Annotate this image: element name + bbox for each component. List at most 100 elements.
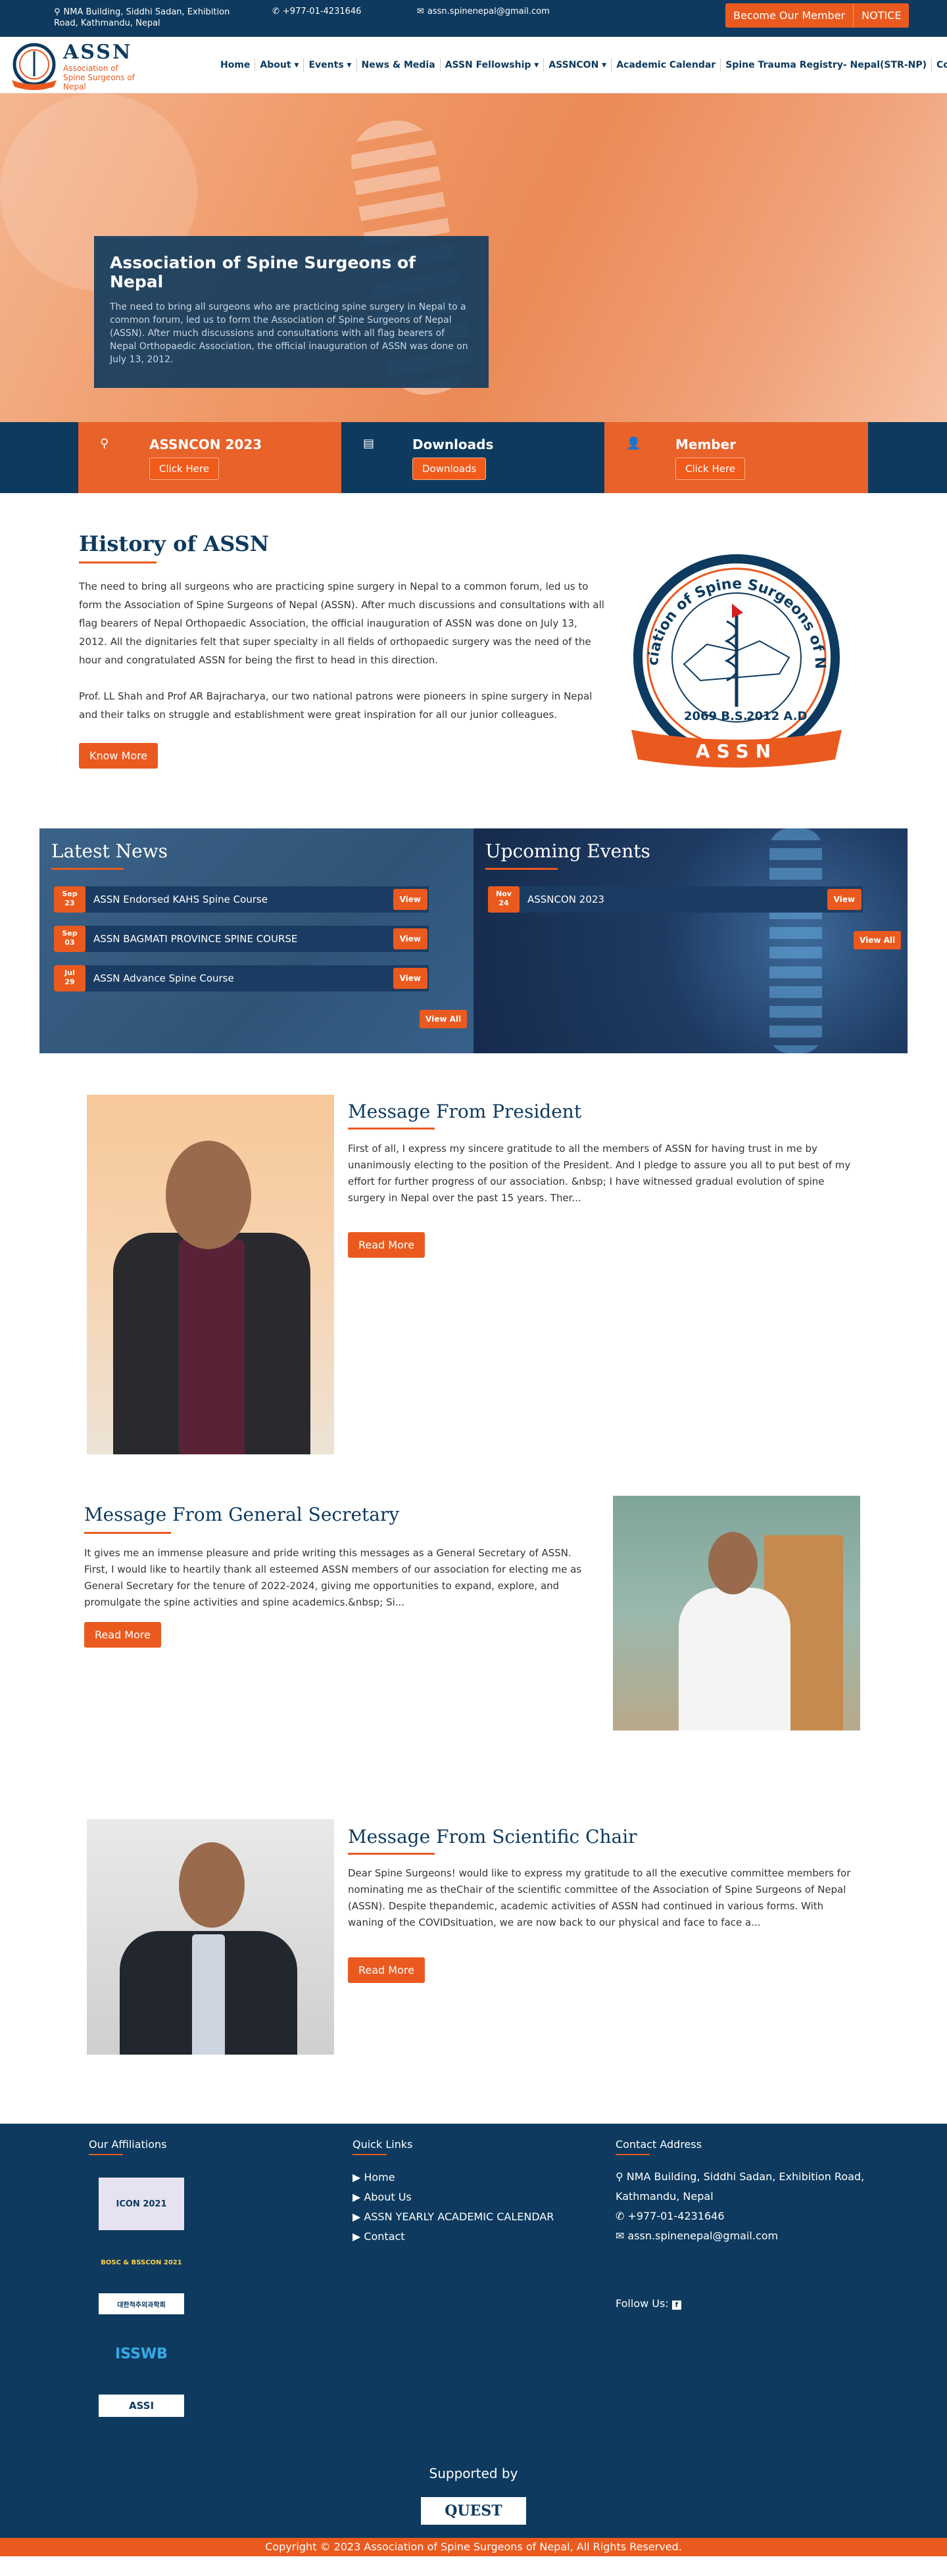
nav-fellowship[interactable]: ASSN Fellowship ▾ (441, 59, 545, 72)
logo-subtitle: Association of Spine Surgeons of Nepal (63, 64, 135, 91)
hero-card: Association of Spine Surgeons of Nepal T… (94, 236, 489, 388)
scientific-chair-read-more-button[interactable]: Read More (348, 1957, 425, 1983)
news-day: 03 (64, 938, 75, 947)
site-logo[interactable]: ASSN Association of Spine Surgeons of Ne… (8, 41, 142, 91)
news-view-button[interactable]: View (393, 928, 427, 949)
affiliations-title: Our Affiliations (89, 2138, 167, 2151)
spine-xray-image (769, 828, 822, 1053)
affiliation-logo-isswb[interactable]: ISSWB (99, 2334, 184, 2373)
affiliation-logo-icon-2021[interactable]: ICON 2021 (99, 2178, 184, 2230)
secretary-read-more-button[interactable]: Read More (84, 1622, 161, 1648)
news-date: Sep 23 (54, 886, 85, 913)
nav-about[interactable]: About ▾ (255, 59, 304, 72)
quick-title: ASSNCON 2023 (149, 437, 262, 452)
quick-links-title: Quick Links (352, 2138, 413, 2151)
scientific-chair-message-section: Message From Scientific Chair Dear Spine… (0, 1819, 947, 2124)
footer-link-contact[interactable]: ▶ Contact (352, 2230, 405, 2243)
footer-link-home[interactable]: ▶ Home (352, 2171, 395, 2183)
president-read-more-button[interactable]: Read More (348, 1232, 425, 1258)
top-email[interactable]: ✉ assn.spinenepal@gmail.com (417, 7, 550, 16)
history-paragraph-1: The need to bring all surgeons who are p… (79, 581, 604, 666)
envelope-icon: ✉ (616, 2230, 625, 2242)
play-icon: ▶ (352, 2230, 361, 2243)
supported-by-label: Supported by (429, 2466, 518, 2481)
news-view-all-button[interactable]: View All (420, 1010, 468, 1028)
top-phone[interactable]: ✆ +977-01-4231646 (272, 7, 361, 16)
news-title[interactable]: ASSN BAGMATI PROVINCE SPINE COURSE (93, 933, 393, 945)
nav-assncon[interactable]: ASSNCON ▾ (544, 59, 612, 72)
nav-home[interactable]: Home (216, 59, 256, 72)
news-day: 29 (64, 978, 75, 986)
event-date: Nov 24 (488, 886, 520, 913)
event-view-button[interactable]: View (827, 889, 862, 910)
notice-button[interactable]: NOTICE (853, 3, 910, 28)
sponsor-logo[interactable]: QUEST (421, 2497, 526, 2525)
nav-contact[interactable]: Contact (932, 59, 947, 72)
news-events-section: Latest News Sep 23 ASSN Endorsed KAHS Spi… (39, 828, 908, 1053)
member-click-button[interactable]: Click Here (675, 458, 746, 480)
search-icon: ⚲ (100, 437, 109, 450)
become-member-button[interactable]: Become Our Member (725, 3, 854, 28)
secretary-text: It gives me an immense pleasure and prid… (84, 1547, 582, 1608)
footer-phone[interactable]: ✆ +977-01-4231646 (616, 2206, 865, 2226)
history-paragraph-2: Prof. LL Shah and Prof AR Bajracharya, o… (79, 690, 593, 721)
hero-banner: Association of Spine Surgeons of Nepal T… (0, 93, 947, 422)
history-section: History of ASSN The need to bring all su… (0, 493, 947, 828)
president-message-section: Message From President First of all, I e… (0, 1053, 947, 1477)
quick-links-strip: ⚲ ASSNCON 2023 Click Here ▤ Downloads Do… (0, 422, 947, 493)
events-view-all-button[interactable]: View All (854, 931, 902, 949)
footer-link-calendar[interactable]: ▶ ASSN YEARLY ACADEMIC CALENDAR (352, 2210, 554, 2223)
nav-news-media[interactable]: News & Media (357, 59, 441, 72)
page-tail (0, 2556, 947, 2576)
contact-title: Contact Address (616, 2138, 702, 2151)
top-address-text: NMA Building, Siddhi Sadan, Exhibition R… (54, 7, 230, 28)
top-address: ⚲ NMA Building, Siddhi Sadan, Exhibition … (54, 7, 251, 29)
president-title: Message From President (348, 1101, 582, 1122)
facebook-icon[interactable]: f (671, 2301, 681, 2310)
news-view-button[interactable]: View (393, 968, 427, 989)
secretary-message-section: Message From General Secretary It gives … (0, 1477, 947, 1819)
footer-address: ⚲ NMA Building, Siddhi Sadan, Exhibition … (616, 2167, 865, 2206)
know-more-button[interactable]: Know More (79, 743, 158, 769)
footer-email[interactable]: ✉ assn.spinenepal@gmail.com (616, 2226, 865, 2246)
user-icon: 👤 (626, 437, 641, 450)
affiliation-logo-bosc[interactable]: BOSC & BSSCON 2021 (99, 2254, 184, 2271)
affiliation-logo-korean[interactable]: 대한척추외과학회 (99, 2293, 184, 2314)
hero-text: The need to bring all surgeons who are p… (110, 302, 468, 365)
downloads-button[interactable]: Downloads (412, 458, 487, 480)
news-view-button[interactable]: View (393, 889, 427, 910)
nav-events[interactable]: Events ▾ (304, 59, 357, 72)
news-item[interactable]: Sep 03 ASSN BAGMATI PROVINCE SPINE COURSE… (54, 926, 429, 952)
assncon-click-button[interactable]: Click Here (149, 458, 220, 480)
news-title[interactable]: ASSN Advance Spine Course (93, 972, 393, 984)
nav-academic-calendar[interactable]: Academic Calendar (612, 59, 721, 72)
quick-box-downloads: ▤ Downloads Downloads (341, 422, 604, 493)
scientific-chair-photo (87, 1819, 334, 2055)
scientific-chair-text: Dear Spine Surgeons! would like to expre… (348, 1867, 851, 1928)
news-item[interactable]: Jul 29 ASSN Advance Spine Course View (54, 965, 429, 991)
affiliation-logo-assi[interactable]: ASSI (99, 2395, 184, 2417)
title-underline (348, 1853, 435, 1855)
event-item[interactable]: Nov 24 ASSNCON 2023 View (488, 886, 863, 913)
title-underline (79, 561, 157, 563)
footer-link-about[interactable]: ▶ About Us (352, 2191, 412, 2203)
news-title[interactable]: ASSN Endorsed KAHS Spine Course (93, 894, 393, 905)
footer-phone-text: +977-01-4231646 (627, 2210, 725, 2222)
assn-emblem-icon (12, 43, 57, 90)
latest-news-panel: Latest News Sep 23 ASSN Endorsed KAHS Spi… (39, 828, 474, 1053)
footer-email-text: assn.spinenepal@gmail.com (627, 2230, 779, 2242)
news-month: Sep (62, 890, 78, 898)
emblem-banner-text: ASSN (696, 740, 777, 762)
footer-contact: ⚲ NMA Building, Siddhi Sadan, Exhibition … (616, 2167, 865, 2246)
emblem-bs-text: 2069 B.S. (684, 709, 748, 723)
quick-box-assncon: ⚲ ASSNCON 2023 Click Here (78, 422, 341, 493)
follow-us: Follow Us: f (616, 2297, 681, 2310)
event-title[interactable]: ASSNCON 2023 (527, 894, 827, 905)
news-item[interactable]: Sep 23 ASSN Endorsed KAHS Spine Course Vi… (54, 886, 429, 913)
map-marker-icon: ⚲ (54, 7, 61, 17)
footer-link-label: ASSN YEARLY ACADEMIC CALENDAR (364, 2210, 554, 2223)
nav-trauma-registry[interactable]: Spine Trauma Registry- Nepal(STR-NP) (721, 59, 933, 72)
event-month: Nov (496, 890, 512, 898)
news-date: Jul 29 (54, 965, 85, 991)
upcoming-events-panel: Upcoming Events Nov 24 ASSNCON 2023 View … (474, 828, 908, 1053)
